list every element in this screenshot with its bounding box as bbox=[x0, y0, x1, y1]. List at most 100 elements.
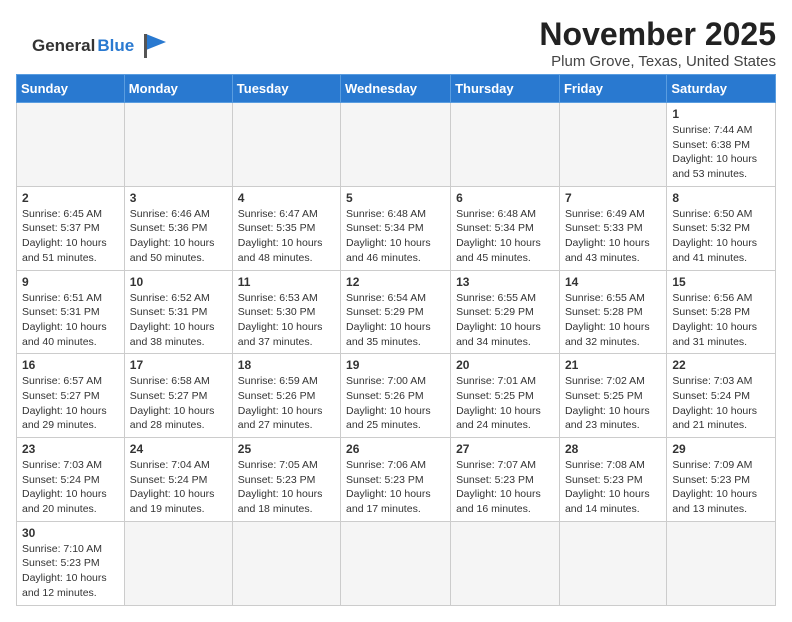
day-number: 19 bbox=[346, 358, 445, 372]
sunrise-text: Sunrise: 7:01 AM bbox=[456, 374, 554, 389]
daylight-text: Daylight: 10 hours and 53 minutes. bbox=[672, 152, 770, 181]
sunrise-text: Sunrise: 7:04 AM bbox=[130, 458, 227, 473]
day-details: Sunrise: 6:47 AMSunset: 5:35 PMDaylight:… bbox=[238, 207, 335, 266]
table-row: 21 Sunrise: 7:02 AMSunset: 5:25 PMDayligh… bbox=[559, 354, 666, 438]
sunset-text: Sunset: 5:23 PM bbox=[238, 473, 335, 488]
daylight-text: Daylight: 10 hours and 32 minutes. bbox=[565, 320, 661, 349]
col-thursday: Thursday bbox=[451, 75, 560, 103]
day-number: 13 bbox=[456, 275, 554, 289]
day-number: 11 bbox=[238, 275, 335, 289]
daylight-text: Daylight: 10 hours and 37 minutes. bbox=[238, 320, 335, 349]
table-row: 23 Sunrise: 7:03 AMSunset: 5:24 PMDayligh… bbox=[17, 438, 125, 522]
sunrise-text: Sunrise: 6:56 AM bbox=[672, 291, 770, 306]
day-details: Sunrise: 7:08 AMSunset: 5:23 PMDaylight:… bbox=[565, 458, 661, 517]
day-number: 24 bbox=[130, 442, 227, 456]
table-row: 9Sunrise: 6:51 AMSunset: 5:31 PMDaylight… bbox=[17, 270, 125, 354]
sunrise-text: Sunrise: 7:06 AM bbox=[346, 458, 445, 473]
day-details: Sunrise: 6:48 AMSunset: 5:34 PMDaylight:… bbox=[456, 207, 554, 266]
sunset-text: Sunset: 5:35 PM bbox=[238, 221, 335, 236]
table-row: 10Sunrise: 6:52 AMSunset: 5:31 PMDayligh… bbox=[124, 270, 232, 354]
daylight-text: Daylight: 10 hours and 45 minutes. bbox=[456, 236, 554, 265]
sunset-text: Sunset: 5:31 PM bbox=[130, 305, 227, 320]
sunset-text: Sunset: 5:23 PM bbox=[672, 473, 770, 488]
daylight-text: Daylight: 10 hours and 38 minutes. bbox=[130, 320, 227, 349]
table-row: 24Sunrise: 7:04 AMSunset: 5:24 PMDayligh… bbox=[124, 438, 232, 522]
day-number: 27 bbox=[456, 442, 554, 456]
day-details: Sunrise: 7:09 AMSunset: 5:23 PMDaylight:… bbox=[672, 458, 770, 517]
table-row: 8Sunrise: 6:50 AMSunset: 5:32 PMDaylight… bbox=[667, 186, 776, 270]
daylight-text: Daylight: 10 hours and 18 minutes. bbox=[238, 487, 335, 516]
daylight-text: Daylight: 10 hours and 27 minutes. bbox=[238, 404, 335, 433]
sunrise-text: Sunrise: 6:58 AM bbox=[130, 374, 227, 389]
table-row: 22Sunrise: 7:03 AMSunset: 5:24 PMDayligh… bbox=[667, 354, 776, 438]
day-details: Sunrise: 7:44 AMSunset: 6:38 PMDaylight:… bbox=[672, 123, 770, 182]
sunrise-text: Sunrise: 6:53 AM bbox=[238, 291, 335, 306]
col-wednesday: Wednesday bbox=[341, 75, 451, 103]
day-details: Sunrise: 6:46 AMSunset: 5:36 PMDaylight:… bbox=[130, 207, 227, 266]
daylight-text: Daylight: 10 hours and 16 minutes. bbox=[456, 487, 554, 516]
day-details: Sunrise: 6:49 AMSunset: 5:33 PMDaylight:… bbox=[565, 207, 661, 266]
table-row bbox=[559, 103, 666, 187]
day-details: Sunrise: 7:03 AMSunset: 5:24 PMDaylight:… bbox=[22, 458, 119, 517]
col-sunday: Sunday bbox=[17, 75, 125, 103]
day-details: Sunrise: 6:50 AMSunset: 5:32 PMDaylight:… bbox=[672, 207, 770, 266]
calendar-week-row: 9Sunrise: 6:51 AMSunset: 5:31 PMDaylight… bbox=[17, 270, 776, 354]
sunset-text: Sunset: 5:25 PM bbox=[565, 389, 661, 404]
table-row bbox=[341, 521, 451, 605]
calendar-week-row: 2Sunrise: 6:45 AMSunset: 5:37 PMDaylight… bbox=[17, 186, 776, 270]
daylight-text: Daylight: 10 hours and 51 minutes. bbox=[22, 236, 119, 265]
sunset-text: Sunset: 5:27 PM bbox=[22, 389, 119, 404]
daylight-text: Daylight: 10 hours and 48 minutes. bbox=[238, 236, 335, 265]
day-number: 7 bbox=[565, 191, 661, 205]
day-details: Sunrise: 7:01 AMSunset: 5:25 PMDaylight:… bbox=[456, 374, 554, 433]
table-row: 25Sunrise: 7:05 AMSunset: 5:23 PMDayligh… bbox=[232, 438, 340, 522]
sunset-text: Sunset: 5:34 PM bbox=[346, 221, 445, 236]
table-row bbox=[667, 521, 776, 605]
day-details: Sunrise: 7:03 AMSunset: 5:24 PMDaylight:… bbox=[672, 374, 770, 433]
sunset-text: Sunset: 6:38 PM bbox=[672, 138, 770, 153]
day-details: Sunrise: 6:58 AMSunset: 5:27 PMDaylight:… bbox=[130, 374, 227, 433]
calendar-header-row: Sunday Monday Tuesday Wednesday Thursday… bbox=[17, 75, 776, 103]
sunrise-text: Sunrise: 6:55 AM bbox=[456, 291, 554, 306]
table-row bbox=[232, 521, 340, 605]
daylight-text: Daylight: 10 hours and 43 minutes. bbox=[565, 236, 661, 265]
sunset-text: Sunset: 5:36 PM bbox=[130, 221, 227, 236]
day-number: 1 bbox=[672, 107, 770, 121]
day-details: Sunrise: 6:48 AMSunset: 5:34 PMDaylight:… bbox=[346, 207, 445, 266]
day-number: 10 bbox=[130, 275, 227, 289]
day-details: Sunrise: 6:53 AMSunset: 5:30 PMDaylight:… bbox=[238, 291, 335, 350]
table-row: 6Sunrise: 6:48 AMSunset: 5:34 PMDaylight… bbox=[451, 186, 560, 270]
sunrise-text: Sunrise: 7:03 AM bbox=[22, 458, 119, 473]
day-details: Sunrise: 6:56 AMSunset: 5:28 PMDaylight:… bbox=[672, 291, 770, 350]
calendar-week-row: 16Sunrise: 6:57 AMSunset: 5:27 PMDayligh… bbox=[17, 354, 776, 438]
day-number: 15 bbox=[672, 275, 770, 289]
table-row bbox=[17, 103, 125, 187]
table-row: 28Sunrise: 7:08 AMSunset: 5:23 PMDayligh… bbox=[559, 438, 666, 522]
sunset-text: Sunset: 5:27 PM bbox=[130, 389, 227, 404]
sunrise-text: Sunrise: 7:44 AM bbox=[672, 123, 770, 138]
sunrise-text: Sunrise: 6:54 AM bbox=[346, 291, 445, 306]
col-monday: Monday bbox=[124, 75, 232, 103]
daylight-text: Daylight: 10 hours and 17 minutes. bbox=[346, 487, 445, 516]
daylight-text: Daylight: 10 hours and 35 minutes. bbox=[346, 320, 445, 349]
calendar-week-row: 30Sunrise: 7:10 AMSunset: 5:23 PMDayligh… bbox=[17, 521, 776, 605]
sunrise-text: Sunrise: 6:50 AM bbox=[672, 207, 770, 222]
day-details: Sunrise: 7:00 AMSunset: 5:26 PMDaylight:… bbox=[346, 374, 445, 433]
table-row bbox=[451, 521, 560, 605]
col-friday: Friday bbox=[559, 75, 666, 103]
table-row: 14Sunrise: 6:55 AMSunset: 5:28 PMDayligh… bbox=[559, 270, 666, 354]
sunrise-text: Sunrise: 7:08 AM bbox=[565, 458, 661, 473]
day-number: 21 bbox=[565, 358, 661, 372]
daylight-text: Daylight: 10 hours and 24 minutes. bbox=[456, 404, 554, 433]
day-details: Sunrise: 7:02 AMSunset: 5:25 PMDaylight:… bbox=[565, 374, 661, 433]
daylight-text: Daylight: 10 hours and 23 minutes. bbox=[565, 404, 661, 433]
sunrise-text: Sunrise: 7:03 AM bbox=[672, 374, 770, 389]
daylight-text: Daylight: 10 hours and 31 minutes. bbox=[672, 320, 770, 349]
table-row: 13Sunrise: 6:55 AMSunset: 5:29 PMDayligh… bbox=[451, 270, 560, 354]
day-number: 25 bbox=[238, 442, 335, 456]
table-row: 29Sunrise: 7:09 AMSunset: 5:23 PMDayligh… bbox=[667, 438, 776, 522]
day-number: 18 bbox=[238, 358, 335, 372]
day-details: Sunrise: 7:06 AMSunset: 5:23 PMDaylight:… bbox=[346, 458, 445, 517]
day-number: 23 bbox=[22, 442, 119, 456]
col-tuesday: Tuesday bbox=[232, 75, 340, 103]
